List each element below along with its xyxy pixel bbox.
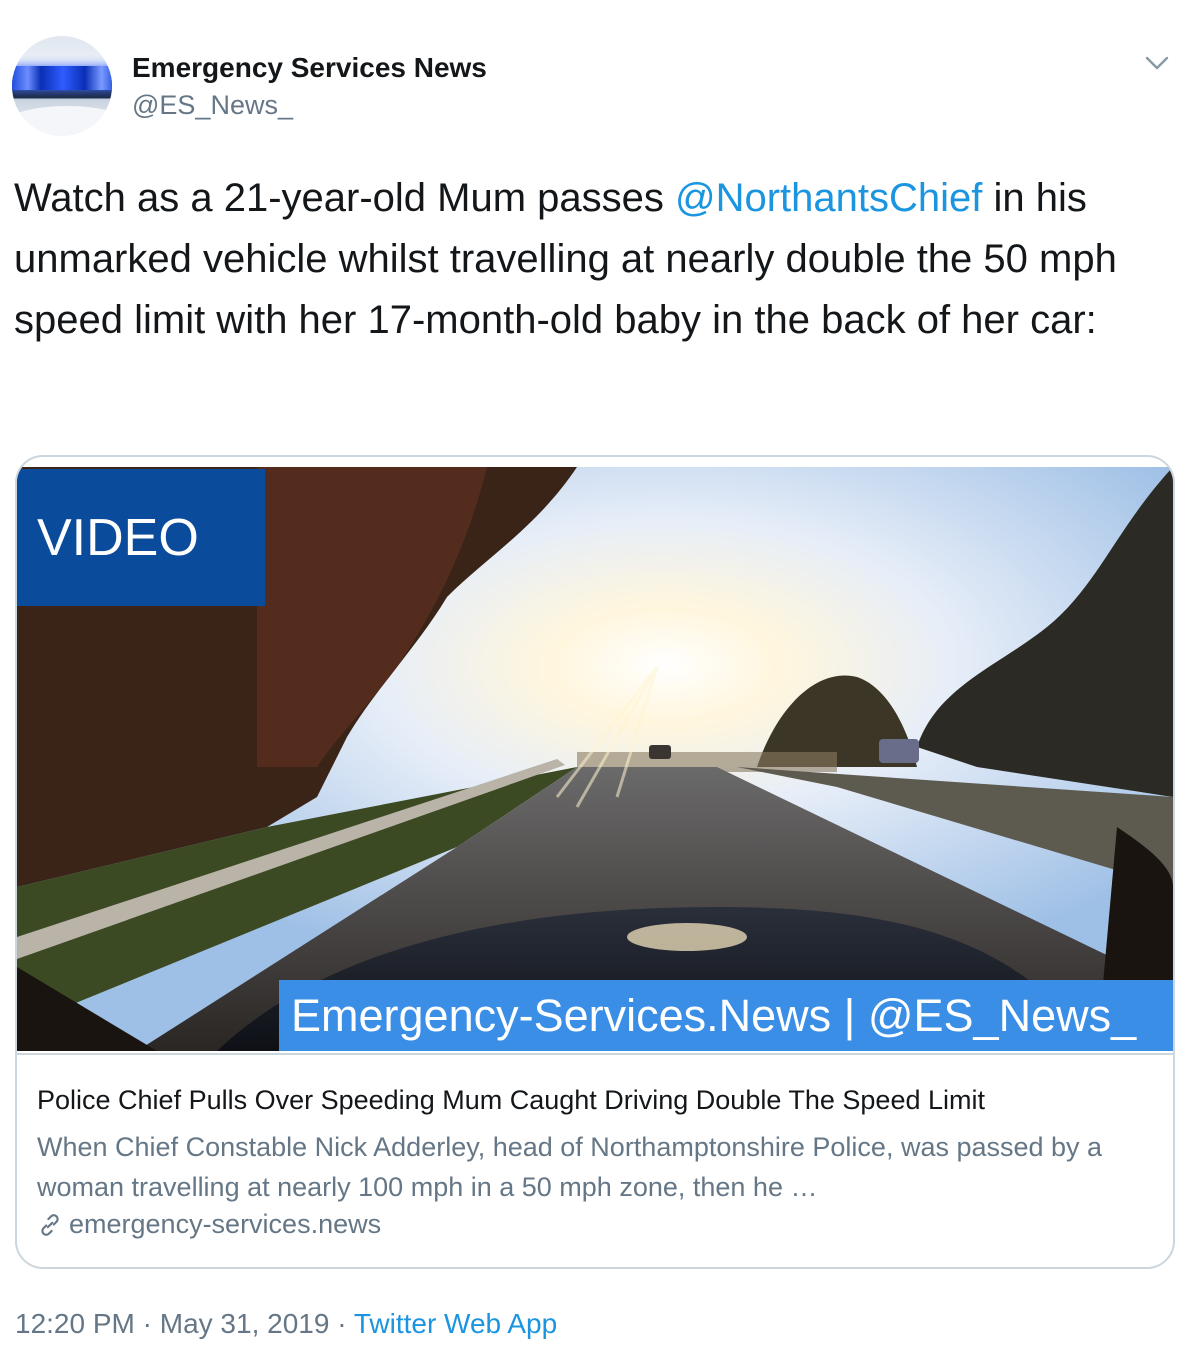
card-video-thumbnail[interactable]: VIDEO Emergency-Services.News | @ES_News… (17, 467, 1173, 1051)
tweet-date[interactable]: May 31, 2019 (160, 1308, 330, 1339)
card-domain[interactable]: emergency-services.news (37, 1209, 381, 1240)
tweet-time[interactable]: 12:20 PM (15, 1308, 135, 1339)
author-display-name[interactable]: Emergency Services News (132, 52, 487, 84)
police-lightbar-graphic (12, 66, 112, 90)
avatar[interactable] (12, 36, 112, 136)
card-title[interactable]: Police Chief Pulls Over Speeding Mum Cau… (37, 1085, 1147, 1116)
tweet-text-part: Watch as a 21-year-old Mum passes (14, 176, 675, 220)
meta-separator: · (134, 1308, 160, 1339)
card-domain-text: emergency-services.news (69, 1209, 382, 1239)
meta-separator: · (329, 1308, 354, 1339)
card-description: When Chief Constable Nick Adderley, head… (37, 1132, 1103, 1202)
mention-link[interactable]: @NorthantsChief (675, 176, 982, 220)
chevron-down-icon[interactable] (1145, 54, 1169, 72)
link-card[interactable]: VIDEO Emergency-Services.News | @ES_News… (15, 455, 1175, 1269)
tweet-meta: 12:20 PM · May 31, 2019 · Twitter Web Ap… (15, 1308, 557, 1340)
tweet-text: Watch as a 21-year-old Mum passes @North… (14, 168, 1174, 351)
video-label: VIDEO (17, 469, 265, 606)
card-body[interactable]: Police Chief Pulls Over Speeding Mum Cau… (17, 1053, 1173, 1267)
tweet-source[interactable]: Twitter Web App (354, 1308, 557, 1339)
link-icon (41, 1213, 59, 1236)
author-handle[interactable]: @ES_News_ (132, 90, 293, 121)
video-watermark: Emergency-Services.News | @ES_News_ (279, 980, 1173, 1051)
car-roof-graphic (12, 106, 112, 136)
